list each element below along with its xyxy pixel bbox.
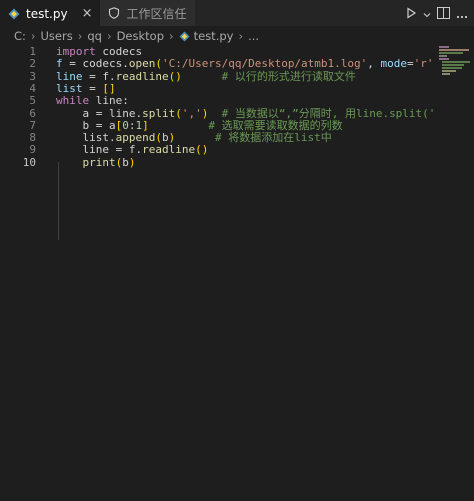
minimap-line [442, 67, 462, 69]
more-actions-icon[interactable] [456, 4, 468, 23]
breadcrumb-separator: › [77, 29, 83, 43]
split-editor-icon[interactable] [437, 4, 450, 23]
breadcrumb-item-file[interactable]: test.py [194, 29, 234, 43]
tab-label: test.py [26, 6, 68, 21]
breadcrumb-separator: › [30, 29, 36, 43]
code-editor[interactable]: 1 import codecs 2 f = codecs.open('C:/Users… [0, 44, 474, 501]
breadcrumb-separator: › [169, 29, 174, 43]
tab-label: 工作区信任 [126, 6, 187, 21]
minimap-line [442, 64, 464, 66]
python-file-icon [8, 8, 20, 20]
tab-bar: test.py × 工作区信任 [0, 0, 474, 26]
code-token: b [122, 155, 129, 169]
breadcrumb-item-users[interactable]: Users [41, 29, 73, 43]
shield-icon [108, 7, 120, 19]
minimap-line [442, 70, 456, 72]
minimap-line [442, 61, 470, 63]
line-number: 10 [22, 155, 36, 169]
close-icon[interactable]: × [82, 6, 93, 21]
minimap-line [439, 46, 449, 48]
breadcrumb: C: › Users › qq › Desktop › test.py › ..… [0, 26, 474, 46]
chevron-down-icon[interactable] [423, 4, 431, 23]
breadcrumb-item-symbols[interactable]: ... [248, 29, 259, 43]
code-token: ) [128, 155, 136, 169]
tab-bar-spacer [194, 0, 405, 26]
indent-guide [58, 162, 59, 240]
breadcrumb-item-drive[interactable]: C: [14, 29, 26, 43]
run-icon[interactable] [405, 4, 417, 23]
editor-actions [405, 0, 474, 26]
breadcrumb-item-qq[interactable]: qq [87, 29, 102, 43]
minimap-line [439, 49, 469, 51]
minimap-line [442, 73, 450, 75]
minimap[interactable] [437, 44, 474, 104]
minimap-line [439, 55, 447, 57]
code-text: print(b) [56, 155, 136, 171]
minimap-line [439, 52, 463, 54]
tab-workspace-trust[interactable]: 工作区信任 [100, 0, 195, 26]
breadcrumb-separator: › [238, 29, 244, 43]
minimap-line [439, 58, 449, 60]
code-token: print [82, 155, 116, 169]
code-line[interactable]: 10 print(b) [0, 155, 435, 171]
python-file-icon [179, 30, 190, 42]
tab-test-py[interactable]: test.py × [0, 0, 101, 26]
breadcrumb-separator: › [106, 29, 112, 43]
breadcrumb-item-desktop[interactable]: Desktop [117, 29, 164, 43]
